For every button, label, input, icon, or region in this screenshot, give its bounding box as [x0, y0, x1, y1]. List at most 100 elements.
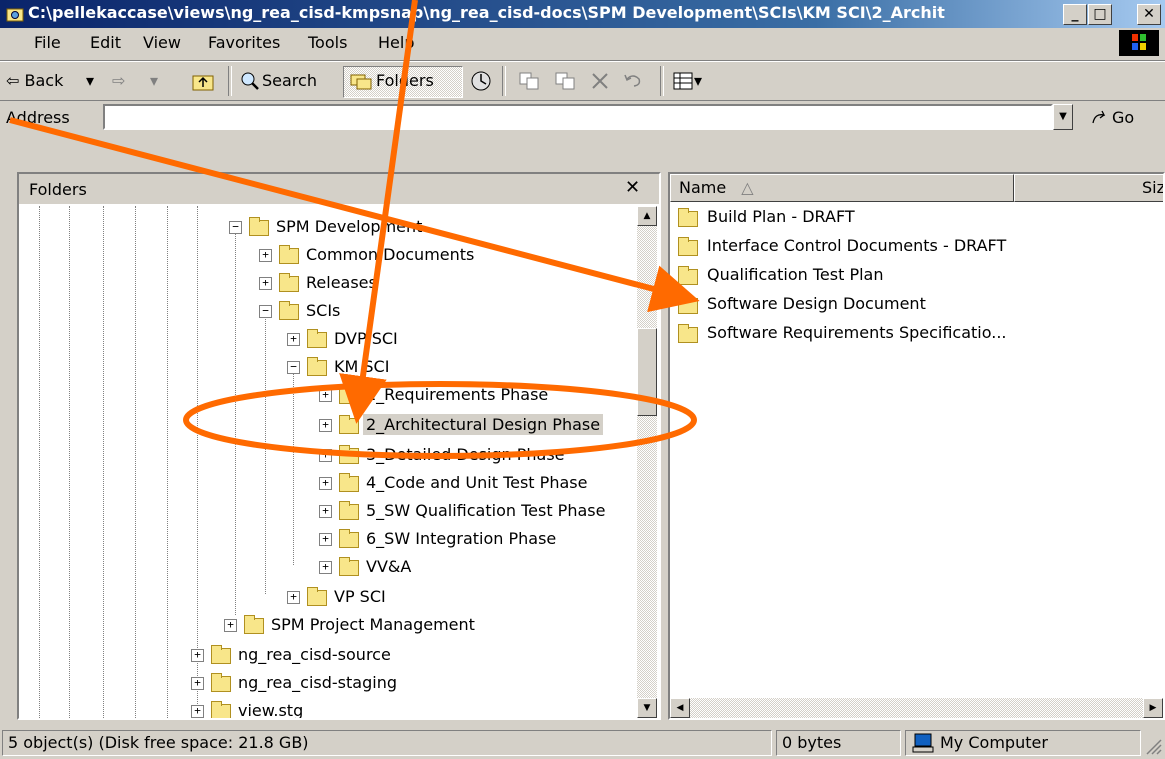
expand-icon[interactable]: + [287, 591, 300, 604]
forward-button[interactable]: ⇨ [112, 71, 125, 90]
expand-icon[interactable]: + [319, 477, 332, 490]
collapse-icon[interactable]: − [287, 361, 300, 374]
tree-node-label: VV&A [366, 557, 412, 576]
expand-icon[interactable]: + [191, 677, 204, 690]
folders-pane-header: Folders ✕ [19, 174, 659, 204]
folders-pane: Folders ✕ − SPM Development + Common Docume… [17, 172, 661, 720]
search-button[interactable]: Search [262, 71, 317, 90]
tree-guide-line [103, 206, 104, 718]
expand-icon[interactable]: + [224, 619, 237, 632]
expand-icon[interactable]: + [319, 561, 332, 574]
folder-icon [678, 266, 698, 285]
folders-vertical-scrollbar[interactable]: ▲ ▼ [637, 206, 657, 718]
scroll-up-button[interactable]: ▲ [637, 206, 657, 226]
tree-node-label: 5_SW Qualification Test Phase [366, 501, 606, 520]
tree-node-label: 1_Requirements Phase [366, 385, 549, 404]
copy-to-icon[interactable] [554, 71, 576, 91]
folder-icon [339, 415, 359, 434]
column-header-size[interactable]: Siz [1014, 174, 1163, 202]
scroll-left-button[interactable]: ◀ [670, 698, 690, 718]
scroll-right-button[interactable]: ▶ [1143, 698, 1163, 718]
list-horizontal-scrollbar[interactable]: ◀ ▶ [670, 698, 1163, 718]
up-folder-icon[interactable] [192, 71, 214, 91]
address-bar: Address ▼ Go [0, 100, 1165, 170]
toolbar-separator [660, 66, 664, 96]
folder-icon [244, 615, 264, 634]
folders-button[interactable]: Folders [343, 66, 463, 98]
folder-icon [307, 587, 327, 606]
folder-icon [211, 645, 231, 664]
tree-guide-line [293, 370, 294, 565]
menu-edit[interactable]: Edit [90, 33, 121, 52]
folder-icon [678, 237, 698, 256]
expand-icon[interactable]: + [319, 505, 332, 518]
expand-icon[interactable]: + [319, 389, 332, 402]
title-bar[interactable]: C:\pellekaccase\views\ng_rea_cisd-kmpsna… [0, 0, 1165, 28]
folder-icon [249, 217, 269, 236]
scroll-down-button[interactable]: ▼ [637, 698, 657, 718]
maximize-button[interactable]: □ [1088, 4, 1112, 25]
folders-pane-close-button[interactable]: ✕ [625, 177, 640, 198]
expand-icon[interactable]: + [319, 419, 332, 432]
undo-icon[interactable] [622, 71, 644, 91]
go-arrow-icon[interactable] [1090, 108, 1110, 128]
folder-icon [279, 245, 299, 264]
expand-icon[interactable]: + [259, 277, 272, 290]
expand-icon[interactable]: + [287, 333, 300, 346]
tree-node-label: 6_SW Integration Phase [366, 529, 557, 548]
back-button[interactable]: ⇦ Back [6, 71, 63, 90]
expand-icon[interactable]: + [191, 649, 204, 662]
expand-icon[interactable]: + [319, 533, 332, 546]
address-dropdown-button[interactable]: ▼ [1053, 104, 1073, 130]
resize-grip-icon[interactable] [1143, 736, 1163, 756]
delete-icon[interactable] [590, 71, 610, 91]
list-item-label: Software Design Document [707, 294, 926, 313]
list-item-label: Interface Control Documents - DRAFT [707, 236, 1007, 255]
column-header-name[interactable]: Name △ [670, 174, 1014, 202]
menu-favorites[interactable]: Favorites [208, 33, 280, 52]
address-label: Address [6, 108, 70, 127]
collapse-icon[interactable]: − [229, 221, 242, 234]
tree-guide-line [197, 206, 198, 706]
tree-node-label: DVP SCI [334, 329, 398, 348]
views-icon[interactable] [672, 71, 694, 91]
menu-file[interactable]: File [34, 33, 61, 52]
folder-tree: − SPM Development + Common Documents + Releas… [19, 206, 639, 720]
sort-ascending-icon: △ [741, 178, 754, 197]
status-object-count: 5 object(s) (Disk free space: 21.8 GB) [2, 730, 772, 756]
expand-icon[interactable]: + [191, 705, 204, 718]
expand-icon[interactable]: + [319, 449, 332, 462]
address-input[interactable] [103, 104, 1053, 130]
folder-icon [307, 357, 327, 376]
folder-icon [339, 473, 359, 492]
forward-dropdown[interactable]: ▾ [150, 71, 158, 90]
folder-icon [339, 445, 359, 464]
tree-guide-line [265, 314, 266, 594]
folder-icon [678, 208, 698, 227]
minimize-button[interactable]: _ [1063, 4, 1087, 25]
expand-icon[interactable]: + [259, 249, 272, 262]
folders-button-label: Folders [376, 71, 434, 90]
tree-guide-line [167, 206, 168, 718]
go-button[interactable]: Go [1112, 108, 1134, 127]
collapse-icon[interactable]: − [259, 305, 272, 318]
tree-node-label: Releases [306, 273, 377, 292]
tree-node-label: view.stg [238, 701, 304, 720]
folder-icon [339, 501, 359, 520]
back-dropdown[interactable]: ▾ [86, 71, 94, 90]
menu-help[interactable]: Help [378, 33, 414, 52]
search-icon [241, 72, 259, 90]
tree-node-label: Common Documents [306, 245, 475, 264]
move-to-icon[interactable] [518, 71, 540, 91]
history-icon[interactable] [470, 70, 492, 92]
tree-node-label: 4_Code and Unit Test Phase [366, 473, 588, 492]
folder-icon [279, 273, 299, 292]
status-bar: 5 object(s) (Disk free space: 21.8 GB) 0… [0, 726, 1165, 759]
close-button[interactable]: ✕ [1137, 4, 1161, 25]
menu-view[interactable]: View [143, 33, 181, 52]
views-dropdown[interactable]: ▾ [694, 71, 702, 90]
scroll-thumb[interactable] [637, 328, 657, 416]
list-item-label: Build Plan - DRAFT [707, 207, 855, 226]
menu-tools[interactable]: Tools [308, 33, 347, 52]
window-title: C:\pellekaccase\views\ng_rea_cisd-kmpsna… [28, 3, 945, 22]
